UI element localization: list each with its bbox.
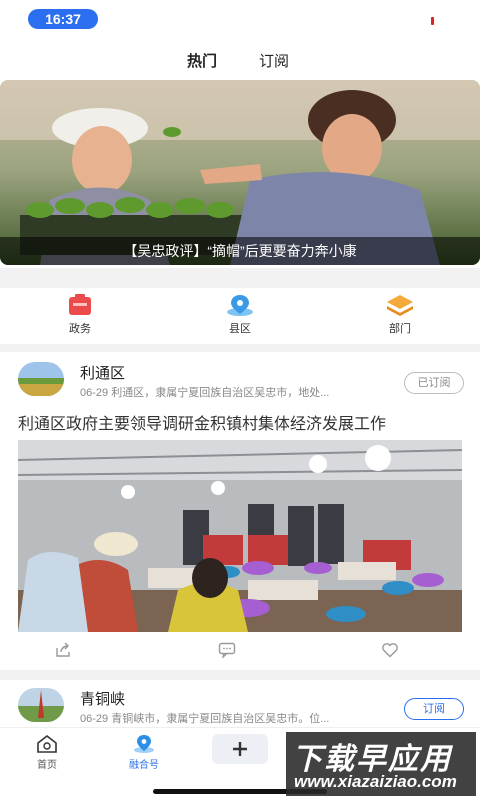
layers-icon [387,295,413,316]
article-title[interactable]: 利通区政府主要领导调研金积镇村集体经济发展工作 [18,410,386,434]
status-time: 16:37 [28,9,98,29]
category-label: 部门 [389,323,411,335]
tab-hot[interactable]: 热门 [187,50,217,71]
feed-card[interactable]: 利通区 06-29 利通区，隶属宁夏回族自治区吴忠市，地处... 已订阅 利通区… [0,352,480,670]
app-screen: 16:37 热门 订阅 【吴忠政评】“摘帽”后更要奋力奔小康 政务 县区 部门 … [0,0,480,800]
nav-fusion[interactable]: 融合号 [109,734,179,771]
article-photo[interactable] [18,440,462,632]
watermark-logo: 下载早应用 www.xiazaiziao.com [286,732,476,796]
avatar-image [18,688,64,722]
category-government[interactable]: 政务 [40,293,120,336]
avatar-image [18,362,64,396]
article-actions [0,642,480,662]
subscribe-button[interactable]: 订阅 [404,698,464,720]
status-bar: 16:37 [0,0,480,40]
article-image [18,440,462,632]
comment-icon[interactable] [218,642,236,658]
nav-label: 融合号 [129,760,159,771]
channel-meta: 06-29 青铜峡市，隶属宁夏回族自治区吴忠市。位... [80,713,330,725]
nav-label: 首页 [37,760,57,771]
map-pin-icon [227,295,253,316]
avatar[interactable] [18,688,64,722]
banner-image[interactable]: 【吴忠政评】“摘帽”后更要奋力奔小康 [0,80,480,265]
publish-button[interactable] [212,734,268,764]
nav-home[interactable]: 首页 [12,734,82,771]
plus-icon [233,742,247,756]
top-tab-bar: 热门 订阅 [0,40,480,80]
category-county[interactable]: 县区 [200,293,280,336]
avatar[interactable] [18,362,64,396]
channel-name[interactable]: 青铜峡 [80,688,125,709]
home-icon [37,734,57,753]
channel-meta: 06-29 利通区，隶属宁夏回族自治区吴忠市，地处... [80,387,330,399]
category-row: 政务 县区 部门 [0,288,480,344]
category-label: 政务 [69,323,91,335]
share-icon[interactable] [55,642,71,658]
status-indicator [431,17,434,25]
banner-caption: 【吴忠政评】“摘帽”后更要奋力奔小康 [0,237,480,265]
briefcase-icon [69,294,91,315]
tab-subscribe[interactable]: 订阅 [259,50,289,71]
watermark-url: www.xiazaiziao.com [294,772,457,791]
like-heart-icon[interactable] [381,642,399,658]
category-department[interactable]: 部门 [360,293,440,336]
banner: 【吴忠政评】“摘帽”后更要奋力奔小康 [0,80,480,268]
location-icon [134,735,154,753]
channel-name[interactable]: 利通区 [80,362,125,383]
subscribed-button[interactable]: 已订阅 [404,372,464,394]
category-label: 县区 [229,323,251,335]
